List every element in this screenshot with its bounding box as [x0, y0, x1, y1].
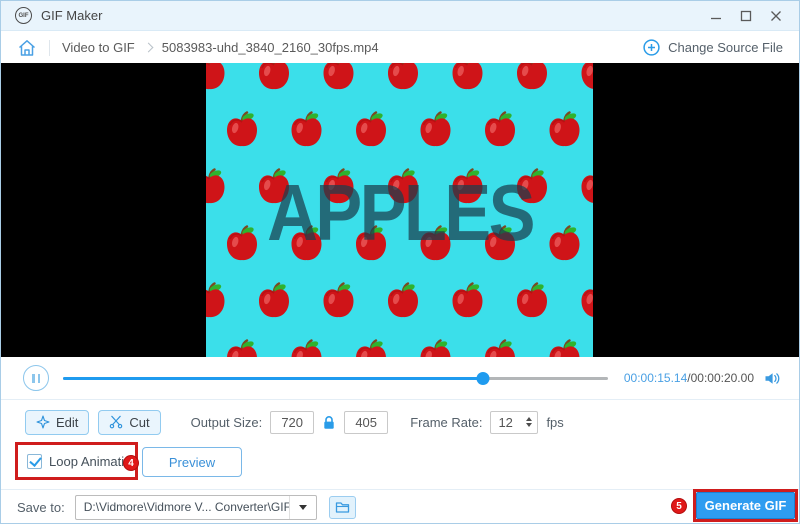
- save-path-value: D:\Vidmore\Vidmore V... Converter\GIF Ma…: [76, 500, 289, 514]
- total-duration: /00:00:20.00: [687, 371, 754, 385]
- app-logo-icon: GIF: [15, 7, 32, 24]
- change-source-file-label: Change Source File: [668, 40, 783, 55]
- scissors-icon: [109, 415, 123, 429]
- cut-button[interactable]: Cut: [98, 410, 160, 435]
- breadcrumb-divider: [49, 40, 50, 56]
- edit-label: Edit: [56, 415, 78, 430]
- generate-gif-highlight-box: Generate GIF: [693, 489, 798, 522]
- stepper-down-icon[interactable]: [526, 423, 532, 427]
- step-badge-4: 4: [123, 455, 139, 471]
- minimize-button[interactable]: [701, 4, 731, 28]
- save-path-dropdown-toggle[interactable]: [289, 496, 316, 519]
- gif-maker-window: GIF GIF Maker Video to GIF 5083983-uhd: [0, 0, 800, 524]
- preview-area: APPLES: [1, 63, 799, 357]
- generate-gif-button[interactable]: Generate GIF: [696, 492, 795, 519]
- frame-rate-stepper[interactable]: [526, 417, 532, 428]
- edit-star-icon: [36, 415, 50, 429]
- stepper-up-icon[interactable]: [526, 417, 532, 421]
- output-size-label: Output Size:: [191, 415, 263, 430]
- save-to-label: Save to:: [17, 500, 65, 515]
- breadcrumb-filename: 5083983-uhd_3840_2160_30fps.mp4: [162, 40, 379, 55]
- current-time: 00:00:15.14: [624, 371, 687, 385]
- video-frame: APPLES: [206, 63, 593, 357]
- chevron-right-icon: [143, 43, 153, 53]
- window-controls: [701, 4, 791, 28]
- frame-rate-label: Frame Rate:: [410, 415, 482, 430]
- time-display: 00:00:15.14/00:00:20.00: [624, 371, 754, 385]
- open-folder-button[interactable]: [329, 496, 356, 519]
- playback-bar: 00:00:15.14/00:00:20.00: [1, 357, 799, 399]
- cut-label: Cut: [129, 415, 149, 430]
- change-source-file-button[interactable]: Change Source File: [643, 39, 783, 56]
- dropdown-arrow-icon: [299, 505, 307, 510]
- save-path-dropdown[interactable]: D:\Vidmore\Vidmore V... Converter\GIF Ma…: [75, 495, 317, 520]
- plus-circle-icon: [643, 39, 660, 56]
- progress-slider[interactable]: [63, 371, 608, 385]
- loop-checkbox[interactable]: [27, 454, 42, 469]
- edit-button[interactable]: Edit: [25, 410, 89, 435]
- folder-icon: [335, 501, 350, 514]
- video-overlay-text: APPLES: [267, 167, 533, 259]
- titlebar: GIF GIF Maker: [1, 1, 799, 31]
- slider-thumb[interactable]: [476, 372, 489, 385]
- output-width-input[interactable]: 720: [270, 411, 314, 434]
- aspect-lock-icon[interactable]: [322, 415, 336, 430]
- breadcrumb-root[interactable]: Video to GIF: [62, 40, 135, 55]
- breadcrumb: Video to GIF 5083983-uhd_3840_2160_30fps…: [1, 32, 799, 63]
- close-button[interactable]: [761, 4, 791, 28]
- slider-fill: [63, 377, 483, 380]
- frame-rate-input[interactable]: 12: [490, 411, 538, 434]
- window-title: GIF Maker: [41, 8, 102, 23]
- loop-animation-highlight-box: Loop Animation: [15, 442, 138, 480]
- frame-rate-value: 12: [498, 415, 512, 430]
- maximize-button[interactable]: [731, 4, 761, 28]
- volume-icon[interactable]: [764, 371, 781, 386]
- preview-button[interactable]: Preview: [142, 447, 242, 477]
- fps-label: fps: [546, 415, 563, 430]
- toolbar-row: Edit Cut Output Size: 720 405: [25, 409, 564, 435]
- home-icon[interactable]: [17, 38, 37, 58]
- output-height-input[interactable]: 405: [344, 411, 388, 434]
- pause-button[interactable]: [23, 365, 49, 391]
- controls-panel: Edit Cut Output Size: 720 405: [1, 399, 799, 489]
- step-badge-5: 5: [671, 498, 687, 514]
